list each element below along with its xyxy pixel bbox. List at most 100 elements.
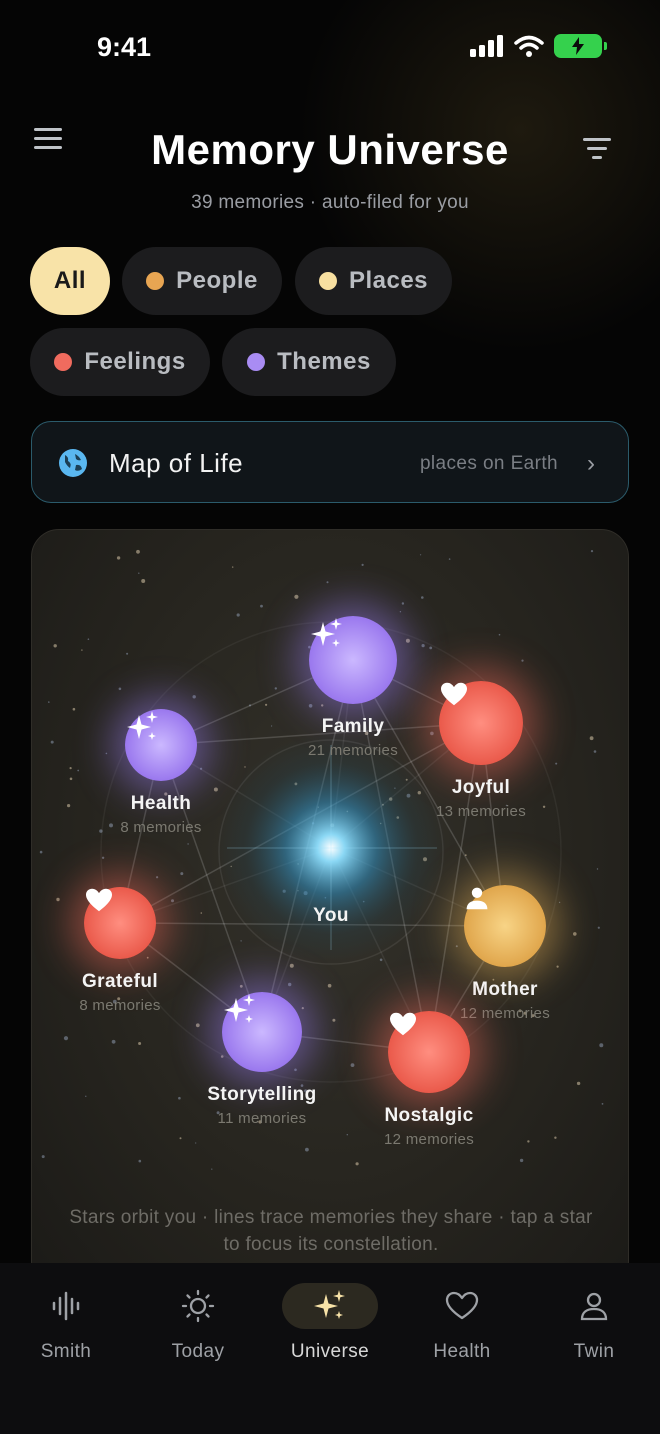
status-bar: 9:41 (0, 0, 660, 96)
tab-twin[interactable]: Twin (528, 1283, 660, 1393)
background-star (81, 649, 83, 651)
filter-icon[interactable] (582, 138, 612, 162)
filter-chip-people[interactable]: People (122, 247, 282, 315)
background-star (180, 872, 184, 876)
filter-chip-places[interactable]: Places (295, 247, 452, 315)
background-star (350, 1063, 355, 1067)
background-star (321, 704, 324, 707)
sparkles-icon (282, 1283, 378, 1329)
background-star (498, 633, 501, 636)
background-star (601, 1103, 604, 1105)
background-star (589, 736, 594, 741)
universe-caption: Stars orbit you · lines trace memories t… (69, 1207, 593, 1255)
heart-outline-icon (414, 1283, 510, 1329)
background-star (420, 554, 422, 556)
universe-card: You Family 21 memories Joyful 13 memories He… (31, 529, 629, 1289)
background-star (69, 767, 72, 770)
wifi-icon (514, 35, 544, 57)
person-outline-icon (546, 1283, 642, 1329)
background-star (593, 750, 597, 753)
background-star (136, 549, 140, 554)
background-star (192, 695, 196, 699)
background-star (361, 563, 364, 566)
filter-chip-feelings[interactable]: Feelings (30, 328, 210, 396)
map-of-life-hint: places on Earth (419, 453, 558, 474)
chip-label: Themes (277, 348, 371, 375)
background-star (141, 579, 146, 583)
background-star (77, 769, 80, 772)
star-orb (464, 885, 546, 967)
background-star (118, 687, 122, 691)
map-of-life-card[interactable]: Map of Life places on Earth › (31, 421, 629, 503)
tab-universe[interactable]: Universe (264, 1283, 396, 1393)
star-orb (388, 1011, 470, 1093)
background-star (39, 850, 43, 854)
background-star (146, 956, 149, 959)
background-star (599, 1043, 604, 1048)
background-star (138, 1159, 142, 1163)
filter-chip-all[interactable]: All (30, 247, 110, 315)
background-star (301, 1007, 304, 1010)
tab-today[interactable]: Today (132, 1283, 264, 1393)
star-orb (439, 681, 523, 765)
background-star (41, 1155, 45, 1159)
star-count: 21 memories (308, 742, 398, 759)
tab-label: Twin (573, 1341, 615, 1362)
background-star (200, 912, 203, 914)
background-star (556, 965, 559, 968)
background-star (421, 596, 424, 599)
tab-smith[interactable]: Smith (0, 1283, 132, 1393)
star-count: 12 memories (384, 1131, 474, 1148)
background-star (53, 644, 57, 648)
signal-icon (470, 35, 503, 57)
background-star (156, 876, 159, 879)
center-node-label: You (313, 905, 349, 926)
background-star (85, 1095, 87, 1097)
background-star (596, 868, 599, 870)
background-star (289, 963, 294, 968)
star-orb (222, 992, 302, 1072)
background-star (379, 958, 383, 962)
tab-bar: Smith Today Universe Health Twin (0, 1263, 660, 1434)
background-star (171, 899, 174, 903)
feelings-dot (54, 353, 73, 371)
background-star (274, 687, 277, 690)
chip-label: Places (348, 267, 429, 294)
background-star (573, 932, 577, 936)
background-star (294, 594, 299, 599)
background-star (87, 638, 90, 640)
star-label: Joyful (451, 777, 511, 798)
battery-icon (554, 34, 607, 58)
star-orb (309, 616, 397, 704)
background-star (308, 704, 313, 708)
background-star (590, 550, 594, 553)
background-star (399, 611, 402, 613)
globe-icon (59, 449, 87, 477)
star-count: 8 memories (79, 997, 161, 1014)
background-star (554, 1136, 557, 1139)
background-star (401, 602, 405, 605)
star-label: Mother (472, 979, 538, 1000)
background-star (101, 856, 105, 859)
background-star (294, 1068, 297, 1072)
background-star (195, 1142, 197, 1144)
page-title: Memory Universe (151, 126, 509, 173)
tab-health[interactable]: Health (396, 1283, 528, 1393)
background-star (332, 1018, 336, 1022)
star-count: 8 memories (120, 819, 202, 836)
star-label: Nostalgic (384, 1105, 474, 1126)
background-star (105, 752, 108, 755)
chip-label: People (176, 267, 258, 294)
background-star (116, 556, 121, 560)
star-label: Family (321, 716, 385, 737)
filter-chip-themes[interactable]: Themes (222, 328, 396, 396)
background-star (260, 604, 263, 608)
background-star (265, 703, 268, 706)
map-of-life-label: Map of Life (109, 448, 244, 478)
star-count: 13 memories (436, 803, 526, 820)
background-star (195, 1023, 200, 1028)
chip-label: All (53, 267, 87, 294)
background-star (211, 1168, 213, 1170)
background-star (63, 1036, 69, 1041)
background-star (521, 659, 524, 662)
